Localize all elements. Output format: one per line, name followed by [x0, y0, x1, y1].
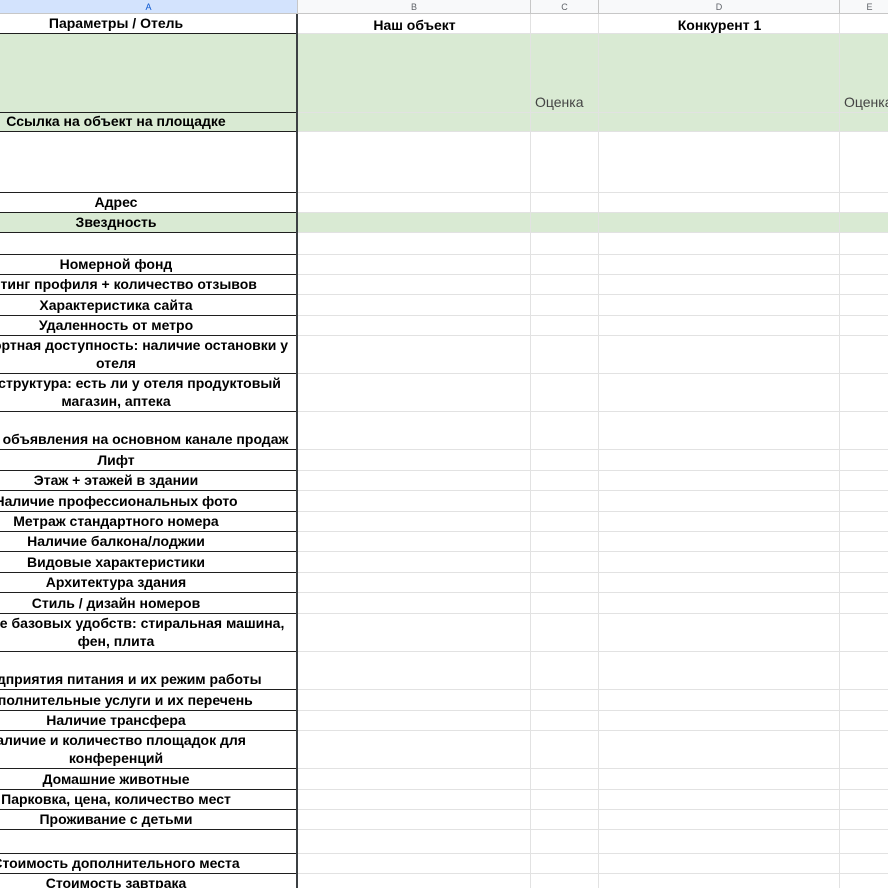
param-cell[interactable]: Инфраструктура: есть ли у отеля продукто… [0, 374, 296, 412]
param-cell[interactable]: Архитектура здания [0, 573, 296, 593]
table-row: Ссылка на объект на площадке [0, 113, 888, 132]
param-cell[interactable]: Рейтинг профиля + количество отзывов [0, 275, 296, 295]
table-row: Наличие балкона/лоджии [0, 532, 888, 552]
spreadsheet-grid[interactable]: A B C D E Параметры / Отель Ссылка на объ… [0, 0, 888, 888]
header-our-object[interactable]: Наш объект [298, 15, 531, 35]
header-competitor-1[interactable]: Конкурент 1 [599, 15, 840, 35]
param-cell[interactable]: Видовые характеристики [0, 552, 296, 573]
column-c-border [530, 14, 531, 888]
param-cell[interactable]: Стоимость завтрака [0, 874, 296, 888]
table-row: Домашние животные [0, 769, 888, 790]
table-row [0, 830, 888, 854]
param-cell[interactable]: Этаж + этажей в здании [0, 471, 296, 491]
param-cell[interactable] [0, 132, 296, 193]
param-cell[interactable]: Наличие трансфера [0, 711, 296, 731]
table-row: Инфраструктура: есть ли у отеля продукто… [0, 374, 888, 412]
column-e-border [839, 14, 840, 888]
param-cell[interactable]: Звездность [0, 213, 296, 233]
param-cell[interactable]: Стиль / дизайн номеров [0, 593, 296, 614]
table-row: Стиль / дизайн номеров [0, 593, 888, 614]
table-row: Транспортная доступность: наличие остано… [0, 336, 888, 374]
column-a-border [296, 14, 298, 888]
column-header-c[interactable]: C [531, 0, 599, 14]
table-row: Удаленность от метро [0, 316, 888, 336]
param-cell[interactable]: Ссылка на объект на площадке [0, 113, 296, 132]
table-row [0, 132, 888, 193]
param-cell[interactable] [0, 830, 296, 854]
table-row: Наличие и количество площадок для конфер… [0, 731, 888, 769]
table-row: Наличие трансфера [0, 711, 888, 731]
score-label-our[interactable]: Оценка [535, 94, 584, 110]
table-row: Адрес [0, 193, 888, 213]
column-header-d[interactable]: D [599, 0, 840, 14]
table-row: Рейтинг объявления на основном канале пр… [0, 412, 888, 450]
column-header-b[interactable]: B [298, 0, 531, 14]
column-header-a[interactable]: A [0, 0, 298, 14]
param-cell[interactable]: Предприятия питания и их режим работы [0, 652, 296, 690]
param-cell[interactable]: Парковка, цена, количество мест [0, 790, 296, 810]
table-row: Наличие базовых удобств: стиральная маши… [0, 614, 888, 652]
table-row: Дополнительные услуги и их перечень [0, 690, 888, 711]
table-row: Видовые характеристики [0, 552, 888, 573]
table-row: Номерной фонд [0, 255, 888, 275]
param-cell[interactable]: Домашние животные [0, 769, 296, 790]
param-cell[interactable]: Проживание с детьми [0, 810, 296, 830]
table-row: Стоимость завтрака [0, 874, 888, 888]
param-cell[interactable]: Наличие балкона/лоджии [0, 532, 296, 552]
param-cell[interactable]: Лифт [0, 450, 296, 471]
param-cell[interactable]: Адрес [0, 193, 296, 213]
table-row: Архитектура здания [0, 573, 888, 593]
table-row: Парковка, цена, количество мест [0, 790, 888, 810]
param-cell[interactable]: Удаленность от метро [0, 316, 296, 336]
table-row: Лифт [0, 450, 888, 471]
param-cell[interactable]: Наличие профессиональных фото [0, 491, 296, 512]
param-cell[interactable]: Параметры / Отель [0, 14, 296, 34]
table-row: Стоимость дополнительного места [0, 854, 888, 874]
param-cell[interactable]: Транспортная доступность: наличие остано… [0, 336, 296, 374]
table-row: Характеристика сайта [0, 295, 888, 316]
table-row: Этаж + этажей в здании [0, 471, 888, 491]
table-row: Предприятия питания и их режим работы [0, 652, 888, 690]
param-cell[interactable]: Характеристика сайта [0, 295, 296, 316]
param-cell[interactable]: Метраж стандартного номера [0, 512, 296, 532]
table-row: Рейтинг профиля + количество отзывов [0, 275, 888, 295]
score-label-competitor[interactable]: Оценка [844, 94, 888, 110]
param-cell[interactable] [0, 233, 296, 255]
column-d-border [598, 14, 599, 888]
param-cell[interactable]: Дополнительные услуги и их перечень [0, 690, 296, 711]
param-cell[interactable]: Стоимость дополнительного места [0, 854, 296, 874]
param-cell[interactable]: Номерной фонд [0, 255, 296, 275]
table-row: Звездность [0, 213, 888, 233]
param-cell[interactable]: Рейтинг объявления на основном канале пр… [0, 412, 296, 450]
column-header-e[interactable]: E [840, 0, 888, 14]
table-row [0, 233, 888, 255]
param-cell[interactable] [0, 34, 296, 113]
param-cell[interactable]: Наличие и количество площадок для конфер… [0, 731, 296, 769]
param-cell[interactable]: Наличие базовых удобств: стиральная маши… [0, 614, 296, 652]
table-row: Наличие профессиональных фото [0, 491, 888, 512]
table-row: Метраж стандартного номера [0, 512, 888, 532]
table-row: Проживание с детьми [0, 810, 888, 830]
table-row [0, 34, 888, 113]
